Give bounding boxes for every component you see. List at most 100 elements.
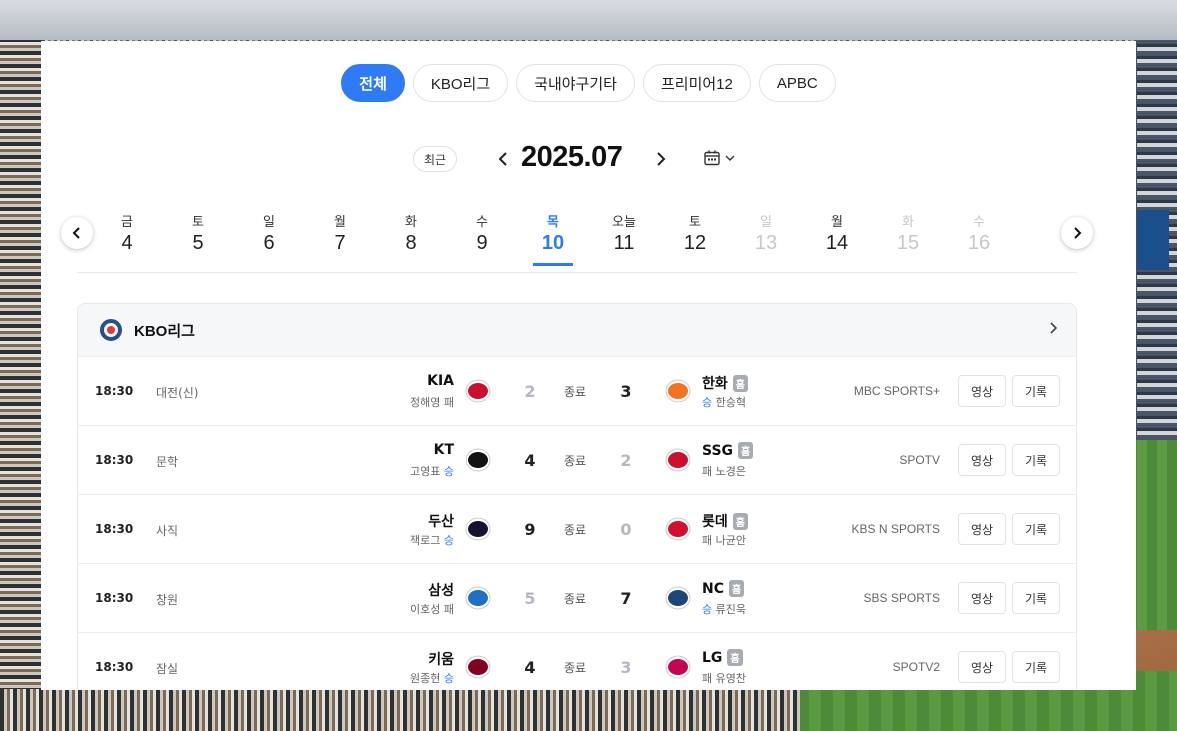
date-number: 8 <box>405 232 417 254</box>
calendar-button[interactable] <box>703 149 735 167</box>
league-title: KBO리그 <box>134 322 195 340</box>
game-row[interactable]: 18:30 대전(신) KIA 정해영 패 2 종료 3 한화 홈 승 한승혁 MBC SPORTS… <box>78 357 1076 426</box>
broadcast-channel: SPOTV2 <box>892 660 940 674</box>
home-pitcher: 승 류진욱 <box>702 601 746 617</box>
date-number: 15 <box>896 232 920 254</box>
date-item[interactable]: 일6 <box>244 206 294 255</box>
game-time: 18:30 <box>95 591 134 605</box>
away-team-name[interactable]: 두산 <box>428 511 454 531</box>
game-row[interactable]: 18:30 사직 두산 잭로그 승 9 종료 0 롯데 홈 패 나균안 KBS N SPORTS 영상… <box>78 495 1076 564</box>
home-team[interactable]: 롯데 홈 <box>702 511 748 531</box>
date-item[interactable]: 화8 <box>386 206 436 255</box>
game-status: 종료 <box>564 385 587 399</box>
tab-kbo[interactable]: KBO리그 <box>412 64 509 102</box>
pitcher-result: 승 <box>443 534 454 547</box>
away-team-name[interactable]: KT <box>434 442 454 458</box>
video-button[interactable]: 영상 <box>958 651 1006 683</box>
record-button[interactable]: 기록 <box>1012 375 1060 407</box>
date-item[interactable]: 월 14 <box>812 206 862 255</box>
date-weekday: 수 <box>973 215 985 230</box>
pitcher-name: 잭로그 <box>410 534 441 547</box>
date-item[interactable]: 월7 <box>315 206 365 255</box>
tab-premier12[interactable]: 프리미어12 <box>642 64 751 102</box>
date-weekday: 화 <box>902 215 914 230</box>
away-team-logo-icon <box>465 586 491 610</box>
home-score: 7 <box>620 589 632 608</box>
record-button[interactable]: 기록 <box>1012 444 1060 476</box>
away-team-logo-icon <box>465 655 491 679</box>
away-team-name[interactable]: KIA <box>427 373 454 389</box>
date-item[interactable]: 목 10 <box>528 206 578 266</box>
home-badge: 홈 <box>732 374 748 392</box>
home-pitcher: 패 유영찬 <box>702 670 746 686</box>
game-row[interactable]: 18:30 문학 KT 고영표 승 4 종료 2 SSG 홈 패 노경은 SPOTV 영상 기록 <box>78 426 1076 495</box>
video-button[interactable]: 영상 <box>958 582 1006 614</box>
away-score: 2 <box>524 382 536 401</box>
video-button[interactable]: 영상 <box>958 375 1006 407</box>
date-item[interactable]: 토 12 <box>670 206 720 255</box>
dates-next-button[interactable] <box>1061 217 1093 249</box>
game-stadium: 창원 <box>156 593 179 607</box>
pitcher-name: 이호성 <box>410 603 441 616</box>
away-team-logo-icon <box>465 517 491 541</box>
home-team-name: 한화 <box>702 376 728 392</box>
league-header[interactable]: KBO리그 <box>78 304 1076 357</box>
broadcast-channel: MBC SPORTS+ <box>853 384 940 398</box>
video-button[interactable]: 영상 <box>958 444 1006 476</box>
date-number: 10 <box>541 232 565 254</box>
chevron-right-icon[interactable] <box>1048 320 1058 339</box>
home-team[interactable]: NC 홈 <box>702 580 745 597</box>
game-row[interactable]: 18:30 창원 삼성 이호성 패 5 종료 7 NC 홈 승 류진욱 SBS SPORTS 영상 기록 <box>78 564 1076 633</box>
date-number: 5 <box>192 232 204 254</box>
tab-domestic-other[interactable]: 국내야구기타 <box>516 64 635 102</box>
pitcher-result: 승 <box>702 396 713 409</box>
dates-prev-button[interactable] <box>61 217 93 249</box>
chevron-left-icon <box>72 227 80 239</box>
video-button[interactable]: 영상 <box>958 513 1006 545</box>
date-number: 13 <box>754 232 778 254</box>
home-team-logo-icon <box>665 586 691 610</box>
game-row[interactable]: 18:30 잠실 키움 원종현 승 4 종료 3 LG 홈 패 유영찬 SPOTV2 영상 기록 <box>78 633 1076 690</box>
away-team-name[interactable]: 키움 <box>428 649 454 669</box>
home-score: 3 <box>620 382 632 401</box>
pitcher-result: 패 <box>702 465 713 478</box>
record-button[interactable]: 기록 <box>1012 582 1060 614</box>
game-status: 종료 <box>564 661 587 675</box>
home-team[interactable]: LG 홈 <box>702 649 743 666</box>
record-button[interactable]: 기록 <box>1012 651 1060 683</box>
tab-apbc[interactable]: APBC <box>758 64 836 102</box>
home-score: 3 <box>620 658 632 677</box>
chevron-right-icon[interactable] <box>649 147 673 171</box>
away-team-name[interactable]: 삼성 <box>428 580 454 600</box>
home-team-name: SSG <box>702 442 734 459</box>
chevron-left-icon[interactable] <box>491 147 515 171</box>
home-team[interactable]: SSG 홈 <box>702 442 754 459</box>
away-score: 5 <box>524 589 536 608</box>
pitcher-name: 노경은 <box>715 465 746 478</box>
date-weekday: 월 <box>831 215 843 230</box>
date-item[interactable]: 오늘 11 <box>599 206 649 255</box>
date-item[interactable]: 금4 <box>102 206 152 255</box>
chevron-down-icon <box>725 155 735 161</box>
date-item[interactable]: 수9 <box>457 206 507 255</box>
away-score: 4 <box>524 658 536 677</box>
broadcast-channel: SBS SPORTS <box>863 591 940 605</box>
home-badge: 홈 <box>729 580 745 597</box>
away-pitcher: 원종현 승 <box>410 670 454 686</box>
away-pitcher: 정해영 패 <box>410 394 454 410</box>
date-item[interactable]: 토5 <box>173 206 223 255</box>
date-number: 4 <box>121 232 133 254</box>
record-button[interactable]: 기록 <box>1012 513 1060 545</box>
home-team[interactable]: 한화 홈 <box>702 373 748 393</box>
calendar-icon <box>704 150 720 166</box>
date-weekday: 수 <box>476 215 488 230</box>
recent-button[interactable]: 최근 <box>413 146 458 172</box>
month-navigation: 최근 2025.07 <box>41 141 1136 181</box>
date-number: 7 <box>334 232 346 254</box>
pitcher-name: 유영찬 <box>715 672 746 685</box>
chevron-right-icon <box>1074 227 1082 239</box>
pitcher-result: 패 <box>702 672 713 685</box>
tab-all[interactable]: 전체 <box>341 64 405 102</box>
date-item: 화 15 <box>883 206 933 255</box>
pitcher-name: 나균안 <box>715 534 746 547</box>
